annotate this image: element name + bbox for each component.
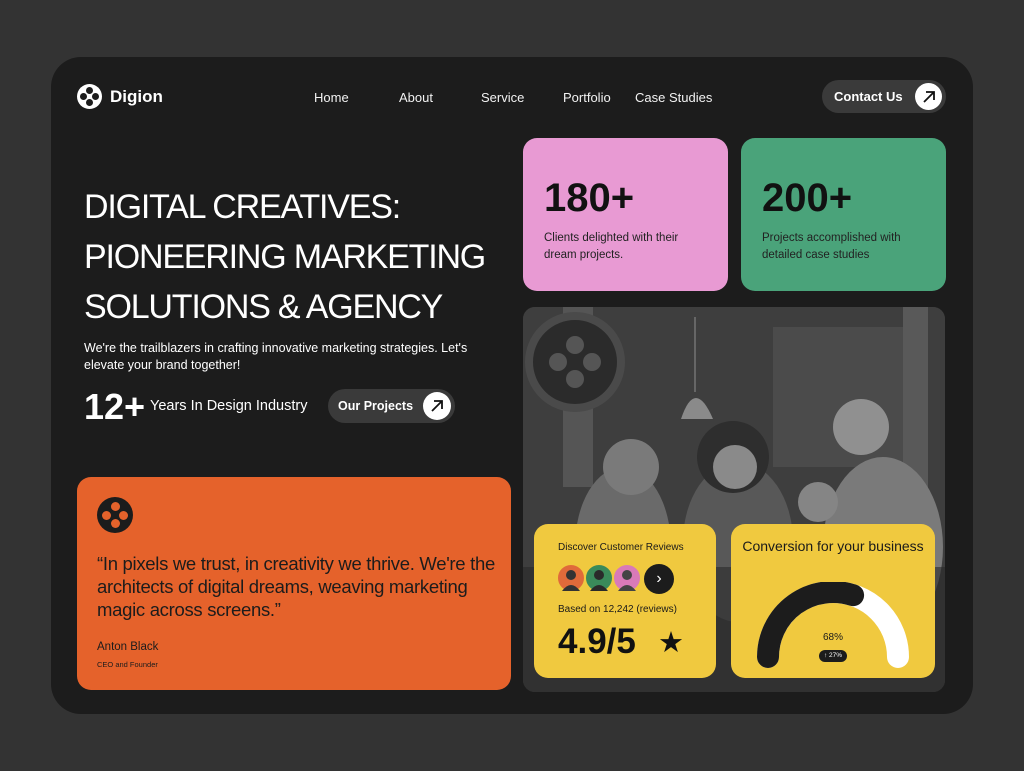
chevron-right-icon[interactable]: › [644,564,674,594]
reviewer-avatar [556,563,586,593]
reviews-title: Discover Customer Reviews [558,542,684,553]
hero-title-line: PIONEERING MARKETING [84,238,486,276]
reviews-count: Based on 12,242 (reviews) [558,604,677,615]
conversion-change-badge: ↑ 27% [819,650,847,662]
gauge-fill [757,582,865,668]
hero-title-line: DIGITAL CREATIVES: [84,188,401,226]
contact-us-button[interactable]: Contact Us [822,80,946,113]
stat-card-projects: 200+ Projects accomplished with detailed… [741,138,946,291]
conversion-card: Conversion for your business 68% ↑ 27% [731,524,935,678]
stat-card-clients: 180+ Clients delighted with their dream … [523,138,728,291]
stat-value: 200+ [762,176,853,220]
our-projects-button[interactable]: Our Projects [328,389,455,423]
hero-title-line: SOLUTIONS & AGENCY [84,288,443,326]
our-projects-label: Our Projects [338,399,414,413]
stat-description: Clients delighted with their dream proje… [544,232,679,261]
hero-title: DIGITAL CREATIVES: PIONEERING MARKETING … [84,182,514,332]
nav-case-studies[interactable]: Case Studies [635,90,712,105]
landing-page-frame: Digion Home About Service Portfolio Case… [51,57,973,714]
hero-subtitle: We're the trailblazers in crafting innov… [84,341,468,372]
stat-description: Projects accomplished with detailed case… [762,232,901,261]
nav-about[interactable]: About [399,90,433,105]
star-icon: ★ [658,627,684,659]
conversion-percent: 68% [822,632,843,643]
logo-icon [97,497,133,533]
rating-value: 4.9/5 [558,622,636,661]
customer-reviews-card: Discover Customer Reviews › Based on 12,… [534,524,716,678]
testimonial-card: “In pixels we trust, in creativity we th… [77,477,511,690]
reviewer-avatar [612,563,642,593]
nav-home[interactable]: Home [314,90,349,105]
conversion-title: Conversion for your business [742,538,924,554]
years-label: Years In Design Industry [150,398,308,414]
arrow-up-right-icon [915,83,942,110]
testimonial-author: Anton Black [97,641,159,653]
years-value: 12+ [84,386,146,427]
reviewer-avatar [584,563,614,593]
stat-value: 180+ [544,176,635,220]
nav-service[interactable]: Service [481,90,524,105]
nav-portfolio[interactable]: Portfolio [563,90,611,105]
testimonial-role: CEO and Founder [97,660,158,669]
contact-us-label: Contact Us [834,89,903,104]
arrow-up-right-icon [423,392,451,420]
testimonial-quote: “In pixels we trust, in creativity we th… [97,553,495,620]
